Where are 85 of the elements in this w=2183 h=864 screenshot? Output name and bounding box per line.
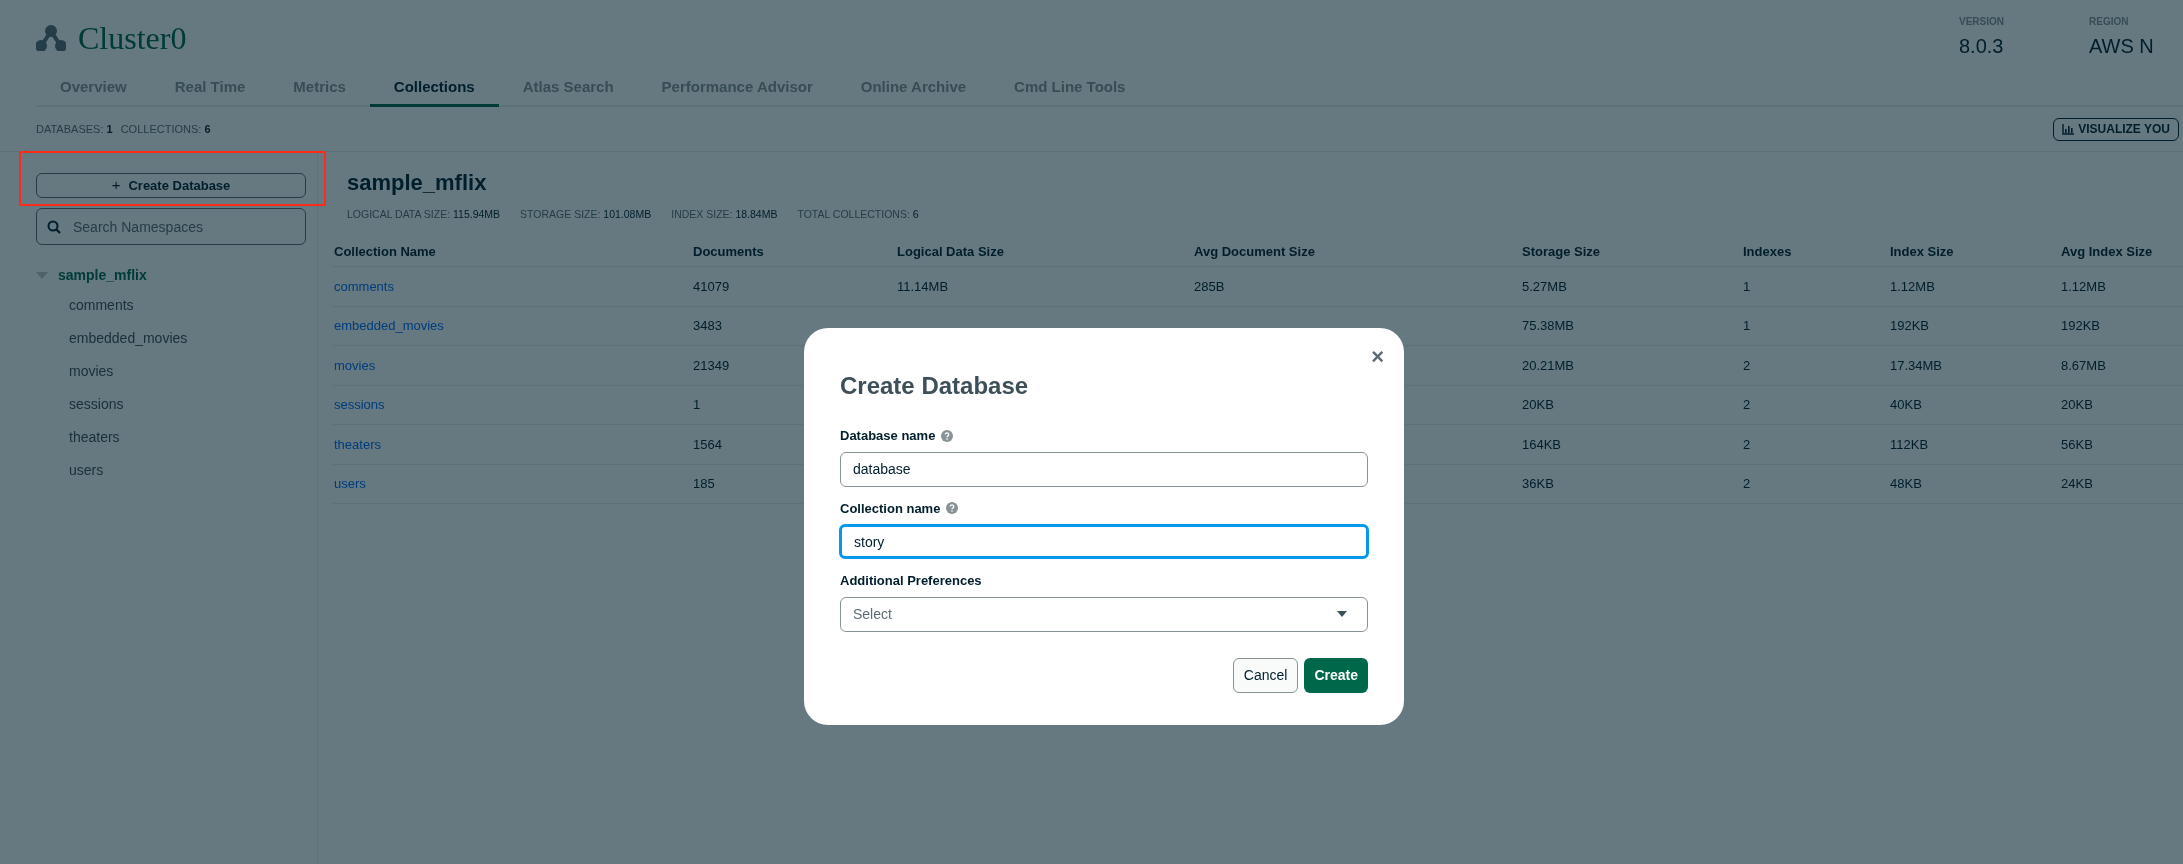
table-cell: 36KB bbox=[1522, 476, 1554, 492]
column-header: Documents bbox=[693, 243, 764, 259]
table-cell: 2 bbox=[1743, 357, 1751, 373]
field-label: Database name bbox=[840, 427, 936, 445]
caret-icon bbox=[1337, 611, 1347, 617]
database-stat: TOTAL COLLECTIONS: 6 bbox=[797, 207, 919, 222]
table-cell: 11.14MB bbox=[897, 278, 949, 294]
close-button[interactable]: × bbox=[1371, 346, 1384, 368]
table-cell: 8.67MB bbox=[2061, 357, 2106, 373]
column-header: Avg Index Size bbox=[2061, 243, 2153, 259]
plus-icon: + bbox=[111, 174, 121, 197]
table-cell: 1 bbox=[1743, 278, 1751, 294]
cancel-button[interactable]: Cancel bbox=[1232, 657, 1299, 693]
caret-icon[interactable] bbox=[36, 271, 48, 279]
text-input[interactable]: story bbox=[839, 524, 1369, 559]
table-cell: 41079 bbox=[693, 278, 730, 294]
visualize-button[interactable]: VISUALIZE YOU bbox=[2053, 117, 2179, 141]
table-cell: 185 bbox=[693, 476, 715, 492]
column-header: Collection Name bbox=[334, 243, 436, 259]
database-stat: INDEX SIZE: 18.84MB bbox=[671, 207, 778, 222]
table-cell: 164KB bbox=[1522, 436, 1562, 452]
database-stat: STORAGE SIZE: 101.08MB bbox=[520, 207, 652, 222]
create-database-button[interactable]: + Create Database bbox=[36, 173, 306, 198]
table-cell: 2 bbox=[1743, 436, 1751, 452]
meta-value: 8.0.3 bbox=[1959, 34, 2005, 59]
select-dropdown[interactable]: Select bbox=[840, 596, 1368, 632]
database-item[interactable]: sample_mflix bbox=[58, 264, 147, 286]
collection-item[interactable]: movies bbox=[69, 361, 114, 382]
column-header: Storage Size bbox=[1522, 243, 1601, 259]
collection-item[interactable]: theaters bbox=[69, 427, 120, 448]
collection-link[interactable]: theaters bbox=[334, 436, 381, 452]
table-cell: 20.21MB bbox=[1522, 357, 1575, 373]
field-label: Additional Preferences bbox=[840, 572, 982, 590]
table-cell: 75.38MB bbox=[1522, 318, 1575, 334]
text-input[interactable]: database bbox=[840, 451, 1368, 487]
search-field[interactable]: Search Namespaces bbox=[36, 208, 306, 245]
column-header: Avg Document Size bbox=[1194, 243, 1315, 259]
table-cell: 5.27MB bbox=[1522, 278, 1567, 294]
collection-item[interactable]: sessions bbox=[69, 394, 124, 415]
collection-link[interactable]: embedded_movies bbox=[334, 318, 444, 334]
help-icon bbox=[941, 429, 954, 442]
collection-link[interactable]: sessions bbox=[334, 397, 385, 413]
collection-item[interactable]: users bbox=[69, 460, 104, 481]
table-cell: 285B bbox=[1194, 278, 1225, 294]
cluster-title: Cluster0 bbox=[78, 19, 187, 58]
table-cell: 2 bbox=[1743, 397, 1751, 413]
modal-title: Create Database bbox=[840, 371, 1030, 401]
column-header: Logical Data Size bbox=[897, 243, 1004, 259]
table-cell: 1.12MB bbox=[1890, 278, 1935, 294]
meta-value: AWS N bbox=[2089, 34, 2155, 59]
table-cell: 40KB bbox=[1890, 397, 1922, 413]
collection-link[interactable]: users bbox=[334, 476, 366, 492]
table-cell: 20KB bbox=[1522, 397, 1554, 413]
table-cell: 1 bbox=[1743, 318, 1751, 334]
cluster-icon bbox=[36, 25, 66, 51]
collection-link[interactable]: movies bbox=[334, 357, 376, 373]
summary-count: DATABASES: 1 bbox=[36, 121, 113, 137]
help-icon bbox=[946, 502, 959, 515]
database-stat: LOGICAL DATA SIZE: 115.94MB bbox=[347, 207, 501, 222]
collection-item[interactable]: embedded_movies bbox=[69, 328, 188, 349]
table-cell: 112KB bbox=[1890, 436, 1929, 452]
collection-link[interactable]: comments bbox=[334, 278, 394, 294]
column-header: Indexes bbox=[1743, 243, 1792, 259]
table-cell: 56KB bbox=[2061, 436, 2093, 452]
summary-count: COLLECTIONS: 6 bbox=[120, 121, 211, 137]
table-cell: 1 bbox=[693, 397, 701, 413]
table-cell: 2 bbox=[1743, 476, 1751, 492]
table-cell: 20KB bbox=[2061, 397, 2093, 413]
database-title: sample_mflix bbox=[347, 169, 488, 197]
tab[interactable]: Collections bbox=[369, 70, 499, 107]
search-icon bbox=[47, 220, 61, 234]
table-cell: 17.34MB bbox=[1890, 357, 1943, 373]
table-cell: 24KB bbox=[2061, 476, 2093, 492]
bar-chart-icon bbox=[2062, 123, 2075, 135]
column-header: Index Size bbox=[1890, 243, 1954, 259]
table-cell: 48KB bbox=[1890, 476, 1922, 492]
table-cell: 1.12MB bbox=[2061, 278, 2106, 294]
collection-item[interactable]: comments bbox=[69, 295, 134, 316]
table-cell: 192KB bbox=[1890, 318, 1930, 334]
create-button[interactable]: Create bbox=[1304, 657, 1368, 693]
field-label: Collection name bbox=[840, 499, 941, 518]
table-cell: 21349 bbox=[693, 357, 730, 373]
table-cell: 192KB bbox=[2061, 318, 2101, 334]
table-cell: 1564 bbox=[693, 436, 722, 452]
table-cell: 3483 bbox=[693, 318, 722, 334]
